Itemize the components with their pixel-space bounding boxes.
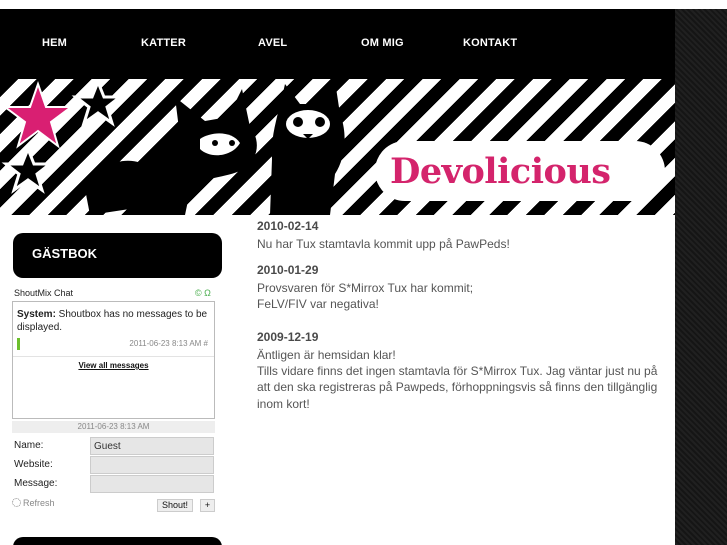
message-indicator [17, 338, 20, 350]
post-text: Provsvaren för S*Mirrox Tux har kommit; [257, 281, 474, 295]
name-label: Name: [14, 440, 44, 451]
post-date: 2009-12-19 [257, 330, 319, 344]
shoutmix-icons[interactable]: © Ω [195, 288, 211, 298]
post-text: Tills vidare finns det ingen stamtavla f… [257, 364, 658, 378]
shoutbox-messages[interactable]: System: Shoutbox has no messages to be d… [12, 301, 215, 419]
post-text: Nu har Tux stamtavla kommit upp på PawPe… [257, 237, 510, 251]
refresh-label: Refresh [23, 498, 55, 508]
shoutmix-title[interactable]: ShoutMix Chat [14, 288, 73, 298]
nav-item-hem[interactable]: HEM [42, 37, 67, 49]
refresh-button[interactable]: Refresh [12, 498, 55, 508]
name-field[interactable] [90, 437, 214, 455]
nav-item-om-mig[interactable]: OM MIG [361, 37, 404, 49]
cat-silhouette-left [85, 89, 257, 215]
nav-item-katter[interactable]: KATTER [141, 37, 186, 49]
view-all-messages-link[interactable]: View all messages [13, 361, 214, 370]
message-sender: System: [17, 309, 56, 320]
cat-silhouette-right [270, 81, 345, 215]
guestbook-header: GÄSTBOK [13, 233, 222, 278]
system-message: System: Shoutbox has no messages to be d… [17, 308, 211, 334]
main-nav: HEM KATTER AVEL OM MIG KONTAKT [0, 9, 675, 79]
website-label: Website: [14, 459, 53, 470]
last-update-time: 2011-06-23 8:13 AM [12, 421, 215, 433]
sidebar-next-box [13, 537, 222, 545]
post-text: att den ska registreras på Pawpeds, förh… [257, 380, 658, 394]
shout-button[interactable]: Shout! [157, 499, 194, 512]
post-text: inom kort! [257, 397, 310, 411]
message-timestamp: 2011-06-23 8:13 AM # [129, 339, 208, 348]
header-banner: Devolicious [0, 79, 675, 215]
background-pattern [675, 0, 727, 545]
top-strip [0, 0, 727, 9]
post-text: FeLV/FIV var negativa! [257, 297, 379, 311]
message-field[interactable] [90, 475, 214, 493]
post-date: 2010-02-14 [257, 219, 319, 233]
post-text: Äntligen är hemsidan klar! [257, 348, 396, 362]
website-field[interactable] [90, 456, 214, 474]
post-date: 2010-01-29 [257, 263, 319, 277]
divider [13, 356, 214, 357]
nav-item-kontakt[interactable]: KONTAKT [463, 37, 517, 49]
plus-button[interactable]: + [200, 499, 215, 512]
message-label: Message: [14, 478, 58, 489]
guestbook-title: GÄSTBOK [32, 246, 97, 261]
nav-item-avel[interactable]: AVEL [258, 37, 287, 49]
site-logo[interactable]: Devolicious [390, 151, 611, 192]
refresh-icon [12, 498, 21, 507]
